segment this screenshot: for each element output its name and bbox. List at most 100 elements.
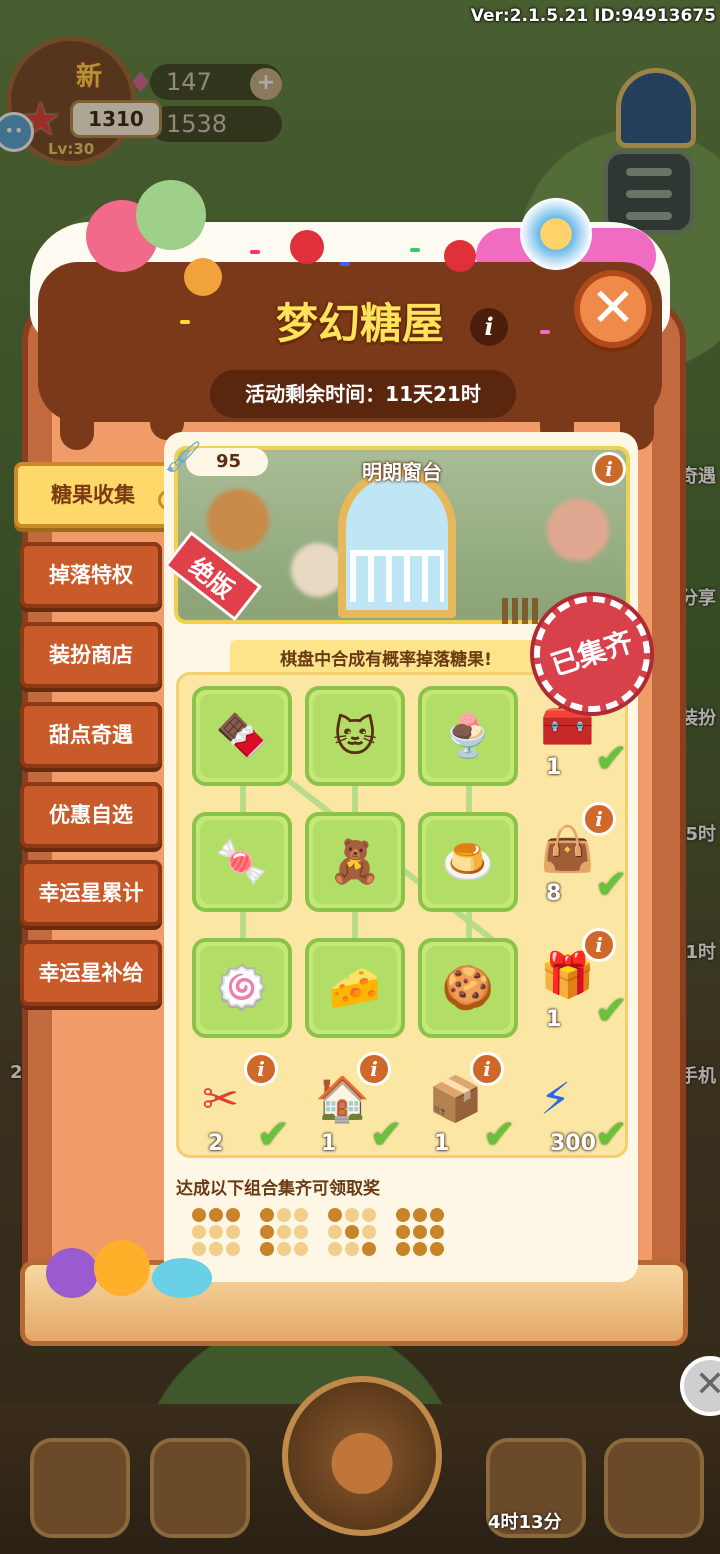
combo-dot [277, 1208, 291, 1222]
check-icon: ✔ [369, 1112, 403, 1158]
combo-dot [345, 1208, 359, 1222]
grid-cell[interactable]: 🍪 [418, 938, 518, 1038]
sprinkle [340, 262, 350, 266]
grid-cell[interactable]: 🍫 [192, 686, 292, 786]
teddy-lollipop-icon: 🧸 [313, 820, 397, 904]
check-icon: ✔ [594, 988, 628, 1034]
reward-count: 8 [546, 881, 562, 906]
combo-pattern [260, 1208, 310, 1256]
combo-dot [345, 1225, 359, 1239]
grid-cell[interactable]: 🍥 [192, 938, 292, 1038]
cherry-icon [290, 230, 324, 264]
bag-icon: 👜 [540, 824, 595, 875]
check-icon: ✔ [256, 1112, 290, 1158]
combo-dot [413, 1225, 427, 1239]
col-reward[interactable]: 🏠 1 ✔ i [305, 1052, 405, 1162]
tab-lucky-star-total[interactable]: 幸运星累计 [20, 860, 162, 926]
combo-pattern [328, 1208, 378, 1256]
crate-icon: 📦 [428, 1074, 483, 1125]
grid-cell[interactable]: 🐱 [305, 686, 405, 786]
combo-dot [328, 1225, 342, 1239]
cheese-icon: 🧀 [313, 946, 397, 1030]
check-icon: ✔ [594, 736, 628, 782]
combo-dot [209, 1208, 223, 1222]
swirl-lollipop-icon [520, 198, 592, 270]
grid-cell[interactable]: 🍮 [418, 812, 518, 912]
sprinkle [180, 320, 190, 324]
lollipop-green-icon [136, 180, 206, 250]
combo-dot [226, 1225, 240, 1239]
pudding-icon: 🍮 [426, 820, 510, 904]
combo-dot [226, 1208, 240, 1222]
paint-roller-icon: 🖌 [164, 440, 203, 475]
chocolate-drip [60, 380, 94, 450]
parfait-icon: 🍨 [426, 694, 510, 778]
banner-info-icon[interactable]: i [592, 452, 626, 486]
combo-dot [192, 1208, 206, 1222]
combo-dot [396, 1242, 410, 1256]
tab-drop-privilege[interactable]: 掉落特权 [20, 542, 162, 608]
reward-info-icon[interactable]: i [244, 1052, 278, 1086]
combo-title: 达成以下组合集齐可领取奖 [176, 1179, 380, 1199]
shop-button[interactable] [30, 1438, 130, 1538]
tab-lucky-star-supply[interactable]: 幸运星补给 [20, 940, 162, 1006]
swiss-roll-icon: 🍥 [200, 946, 284, 1030]
event-timer: 活动剩余时间：11天21时 [210, 370, 516, 418]
house-button[interactable] [604, 1438, 704, 1538]
grid-pattern-icon [502, 598, 542, 624]
combo-dot [294, 1242, 308, 1256]
reward-count: 1 [321, 1131, 337, 1156]
combo-dot [362, 1242, 376, 1256]
grid-cell[interactable]: 🍨 [418, 686, 518, 786]
reward-info-icon[interactable]: i [582, 928, 616, 962]
combo-dot [396, 1208, 410, 1222]
bag-button[interactable] [150, 1438, 250, 1538]
check-icon: ✔ [594, 1112, 628, 1158]
row-reward[interactable]: 👜 8 ✔ i [530, 802, 630, 912]
reward-info-icon[interactable]: i [582, 802, 616, 836]
combo-dot [192, 1225, 206, 1239]
sprinkle [250, 250, 260, 254]
combo-dot [328, 1242, 342, 1256]
col-reward[interactable]: ✂ 2 ✔ i [192, 1052, 292, 1162]
tab-candy-collect[interactable]: 糖果收集 [14, 462, 178, 528]
close-button[interactable]: ✕ [574, 270, 652, 348]
col-reward[interactable]: 📦 1 ✔ i [418, 1052, 518, 1162]
combo-dot [362, 1225, 376, 1239]
info-icon[interactable]: i [470, 308, 508, 346]
check-icon: ✔ [594, 862, 628, 908]
gift-box-icon: 🎁 [540, 950, 595, 1001]
acorn-button[interactable]: ● [282, 1376, 442, 1536]
sprinkle [540, 330, 550, 334]
combo-dot [362, 1208, 376, 1222]
tab-dessert-adventure[interactable]: 甜点奇遇 [20, 702, 162, 768]
tab-discount-pick[interactable]: 优惠自选 [20, 782, 162, 848]
grid-cell[interactable]: 🧀 [305, 938, 405, 1038]
row-reward[interactable]: 🎁 1 ✔ i [530, 928, 630, 1038]
combo-dot [294, 1225, 308, 1239]
tab-dress-shop[interactable]: 装扮商店 [20, 622, 162, 688]
cookie-plate-icon: 🍪 [426, 946, 510, 1030]
combo-dot [413, 1208, 427, 1222]
grid-cell[interactable]: 🧸 [305, 812, 405, 912]
corner-reward[interactable]: ⚡ 300 ✔ [530, 1062, 630, 1162]
combo-dot [294, 1208, 308, 1222]
sprinkle [410, 248, 420, 252]
candy-orange-icon [94, 1240, 150, 1296]
reward-count: 1 [546, 1007, 562, 1032]
combo-dot [260, 1208, 274, 1222]
candy-decoration [42, 1240, 232, 1310]
combo-dot [430, 1225, 444, 1239]
scissors-icon: ✂ [202, 1074, 239, 1125]
window-sill-icon [338, 468, 456, 618]
reward-info-icon[interactable]: i [357, 1052, 391, 1086]
combo-dot [260, 1242, 274, 1256]
grid-cell[interactable]: 🍬 [192, 812, 292, 912]
combo-pattern [396, 1208, 446, 1256]
combo-dot [277, 1225, 291, 1239]
candy-plate-icon: 🍬 [200, 820, 284, 904]
version-label: Ver:2.1.5.21 ID:94913675 [470, 6, 716, 26]
house-icon: 🏠 [315, 1074, 370, 1125]
combo-dot [260, 1225, 274, 1239]
reward-info-icon[interactable]: i [470, 1052, 504, 1086]
